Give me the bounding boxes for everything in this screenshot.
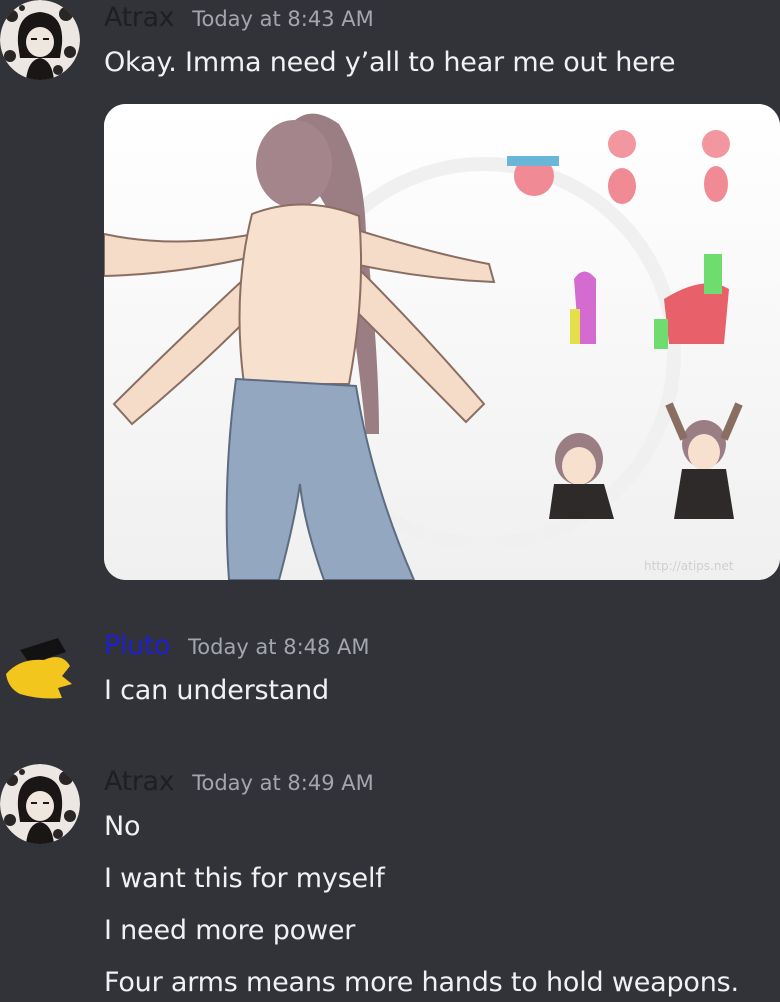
- timestamp: Today at 8:48 AM: [188, 635, 370, 659]
- watermark-text: http://atips.net: [644, 559, 734, 573]
- message-text: I need more power: [104, 915, 356, 946]
- username[interactable]: Atrax: [104, 2, 175, 33]
- attachment-illustration: http://atips.net: [104, 104, 780, 580]
- avatar-image: [0, 0, 80, 80]
- username[interactable]: Atrax: [104, 766, 175, 797]
- user-avatar[interactable]: [0, 764, 80, 844]
- avatar-image: [6, 638, 72, 699]
- timestamp: Today at 8:49 AM: [192, 771, 374, 795]
- message-text: No: [104, 811, 141, 842]
- message-text: Okay. Imma need y’all to hear me out her…: [104, 47, 676, 78]
- message-text: Four arms means more hands to hold weapo…: [104, 967, 739, 998]
- message-text: I can understand: [104, 675, 329, 706]
- image-attachment[interactable]: http://atips.net: [104, 104, 780, 580]
- user-avatar[interactable]: [0, 628, 80, 708]
- timestamp: Today at 8:43 AM: [192, 7, 374, 31]
- username[interactable]: Pluto: [104, 630, 170, 661]
- message-text: I want this for myself: [104, 863, 385, 894]
- avatar-image: [0, 764, 80, 844]
- user-avatar[interactable]: [0, 0, 80, 80]
